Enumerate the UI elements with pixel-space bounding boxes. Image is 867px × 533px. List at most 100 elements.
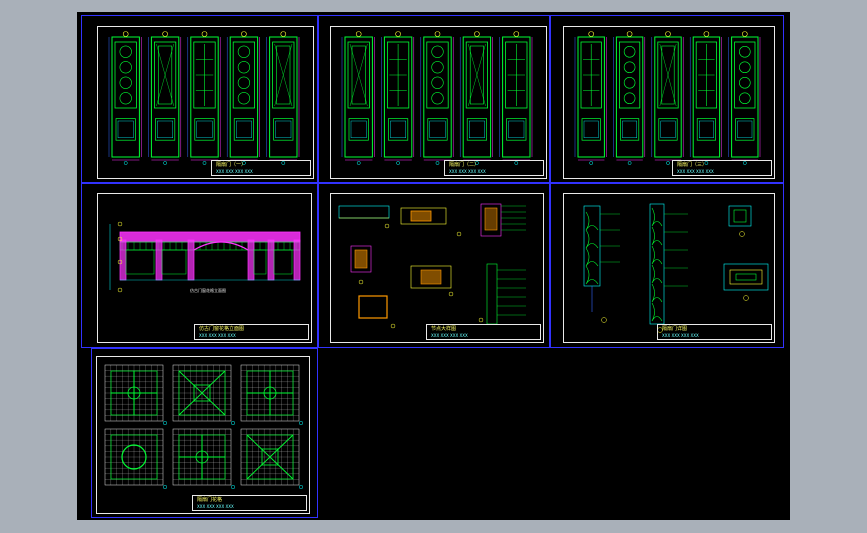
lattice-ring bbox=[431, 92, 444, 105]
facade-window bbox=[125, 249, 155, 275]
detail-hatch bbox=[354, 249, 368, 269]
callout-circle bbox=[162, 31, 168, 37]
detail-rail bbox=[723, 263, 769, 291]
detail-carving bbox=[651, 302, 663, 322]
label-circle bbox=[589, 161, 594, 165]
callout-circle bbox=[117, 221, 123, 227]
door-bottom-inner bbox=[157, 120, 174, 138]
lattice-ring bbox=[739, 76, 751, 89]
door-bottom-panel bbox=[194, 118, 215, 141]
door-bottom-inner bbox=[235, 120, 252, 138]
facade-window bbox=[253, 249, 267, 275]
sheet-frame: 隔扇门花格 XXX XXX XXX XXX bbox=[96, 356, 310, 514]
door-elevations-drawing bbox=[108, 31, 300, 165]
detail-carving bbox=[585, 247, 599, 267]
facade-column bbox=[247, 239, 255, 281]
door-bottom-panel bbox=[155, 118, 176, 141]
lattice-ring bbox=[739, 92, 751, 105]
callout-circle bbox=[384, 223, 390, 229]
door-bottom-panel bbox=[658, 118, 678, 141]
door-bottom-inner bbox=[698, 120, 714, 138]
callout-circle bbox=[122, 31, 129, 37]
label-circle bbox=[298, 484, 304, 490]
lattice-ring bbox=[431, 45, 444, 58]
facade-window bbox=[161, 249, 187, 275]
lattice-ring bbox=[119, 76, 132, 89]
sheet-subtitle: XXX XXX XXX XXX bbox=[199, 333, 236, 338]
lattice-ring bbox=[739, 45, 751, 58]
sheet-facade-elevation[interactable]: 仿古门窗花格立面图 仿古门窗花格立面图 XXX XXX XXX XXX bbox=[81, 183, 318, 348]
sheet-node-details[interactable]: 节点大样图 XXX XXX XXX XXX bbox=[318, 183, 550, 348]
detail-carving bbox=[651, 226, 663, 246]
title-block: 仿古门窗花格立面图 XXX XXX XXX XXX bbox=[194, 324, 309, 340]
callout-circle bbox=[513, 31, 520, 37]
sheet-frame: 隔扇门（一） XXX XXX XXX XXX bbox=[97, 26, 314, 179]
label-circle bbox=[298, 420, 304, 426]
lattice-ring bbox=[237, 45, 250, 58]
sheet-title: 隔扇门详图 bbox=[662, 326, 688, 332]
title-block: 隔扇门（三） XXX XXX XXX XXX bbox=[672, 160, 772, 176]
door-bottom-inner bbox=[350, 120, 367, 138]
callout-circle bbox=[117, 287, 123, 293]
sheet-lattice-patterns[interactable]: 隔扇门花格 XXX XXX XXX XXX bbox=[91, 348, 318, 518]
drawing-canvas[interactable]: 隔扇门（一） XXX XXX XXX XXX 隔扇门（二） XXX XXX XX… bbox=[77, 12, 790, 520]
callout-circle bbox=[434, 31, 441, 37]
door-lattice-frame bbox=[232, 41, 255, 109]
door-lattice-frame bbox=[734, 41, 756, 109]
detail-carving bbox=[651, 264, 663, 284]
detail-plan-section bbox=[358, 295, 388, 319]
sheet-door-details[interactable]: 隔扇门详图 XXX XXX XXX XXX bbox=[550, 183, 784, 348]
sheet-frame: 节点大样图 XXX XXX XXX XXX bbox=[330, 193, 544, 343]
sheet-title: 仿古门窗花格立面图 bbox=[199, 326, 245, 332]
door-bottom-inner bbox=[390, 120, 407, 138]
detail-hatch bbox=[484, 207, 498, 231]
sheet-subtitle: XXX XXX XXX XXX bbox=[449, 169, 486, 174]
detail-cornice bbox=[338, 205, 390, 219]
sheet-title: 隔扇门（一） bbox=[216, 162, 247, 168]
lattice-ring bbox=[237, 61, 250, 74]
facade-column bbox=[267, 239, 275, 281]
sheet-title: 隔扇门（三） bbox=[677, 162, 708, 168]
sheet-subtitle: XXX XXX XXX XXX bbox=[197, 504, 234, 509]
sheet-door-elevations-2[interactable]: 隔扇门（二） XXX XXX XXX XXX bbox=[318, 15, 550, 183]
door-bottom-panel bbox=[388, 118, 409, 141]
door-bottom-inner bbox=[622, 120, 638, 138]
detail-carving bbox=[585, 229, 599, 249]
sheet-door-elevations-1[interactable]: 隔扇门（一） XXX XXX XXX XXX bbox=[81, 15, 318, 183]
callout-circle bbox=[358, 279, 364, 285]
label-circle bbox=[202, 161, 207, 165]
door-bottom-panel bbox=[427, 118, 448, 141]
detail-carving bbox=[585, 211, 599, 231]
callout-circle bbox=[474, 31, 480, 37]
facade-arch bbox=[193, 241, 249, 251]
callout-circle bbox=[395, 31, 401, 37]
label-circle bbox=[230, 420, 236, 426]
sheet-frame: 隔扇门（二） XXX XXX XXX XXX bbox=[330, 26, 547, 179]
title-block: 隔扇门（一） XXX XXX XXX XXX bbox=[211, 160, 311, 176]
lattice-ring bbox=[623, 92, 636, 105]
detail-section-inner bbox=[733, 209, 747, 223]
sheet-subtitle: XXX XXX XXX XXX bbox=[662, 333, 699, 338]
lattice-ring bbox=[237, 76, 250, 89]
detail-carving bbox=[651, 283, 663, 303]
door-bottom-panel bbox=[735, 118, 755, 141]
sheet-subtitle: XXX XXX XXX XXX bbox=[431, 333, 468, 338]
facade-window bbox=[273, 249, 293, 275]
sheet-title: 隔扇门（二） bbox=[449, 162, 480, 168]
door-bottom-panel bbox=[233, 118, 254, 141]
callout-circle bbox=[739, 231, 745, 237]
label-circle bbox=[123, 161, 128, 165]
lattice-ring bbox=[431, 76, 444, 89]
label-circle bbox=[230, 484, 236, 490]
detail-stile bbox=[583, 205, 601, 287]
sheet-door-elevations-3[interactable]: 隔扇门（三） XXX XXX XXX XXX bbox=[550, 15, 784, 183]
title-block: 隔扇门详图 XXX XXX XXX XXX bbox=[657, 324, 772, 340]
callout-circle bbox=[742, 31, 748, 37]
callout-circle bbox=[665, 31, 671, 37]
facade-column bbox=[187, 239, 195, 281]
lattice-ring bbox=[237, 92, 250, 105]
detail-hatch bbox=[410, 210, 432, 222]
door-bottom-inner bbox=[583, 120, 599, 138]
lattice-ring bbox=[119, 92, 132, 105]
detail-carving bbox=[585, 265, 599, 285]
